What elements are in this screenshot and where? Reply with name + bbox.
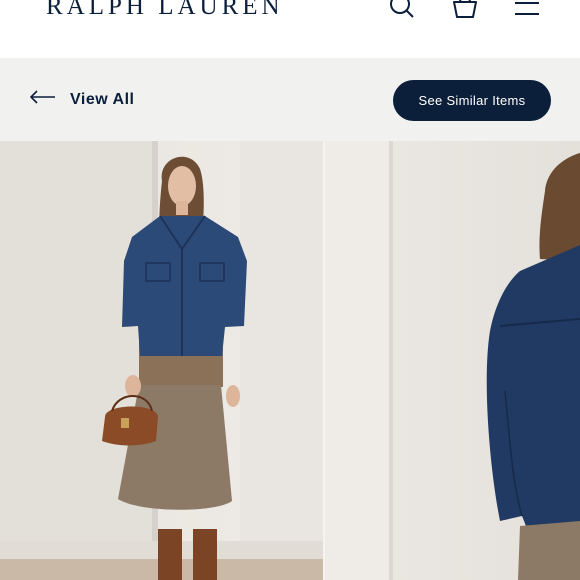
product-image-gallery[interactable] bbox=[0, 141, 580, 580]
shopping-bag-icon[interactable] bbox=[451, 0, 479, 27]
arrow-left-icon bbox=[29, 90, 56, 109]
menu-icon[interactable] bbox=[513, 0, 541, 27]
model-front-photo[interactable] bbox=[0, 141, 323, 580]
model-back-photo[interactable] bbox=[325, 141, 580, 580]
site-header: RALPH LAUREN bbox=[0, 0, 580, 58]
search-icon[interactable] bbox=[388, 0, 416, 27]
view-all-label: View All bbox=[70, 90, 135, 108]
brand-logo[interactable]: RALPH LAUREN bbox=[46, 0, 284, 19]
see-similar-items-button[interactable]: See Similar Items bbox=[393, 80, 551, 121]
view-all-link[interactable]: View All bbox=[29, 90, 135, 109]
